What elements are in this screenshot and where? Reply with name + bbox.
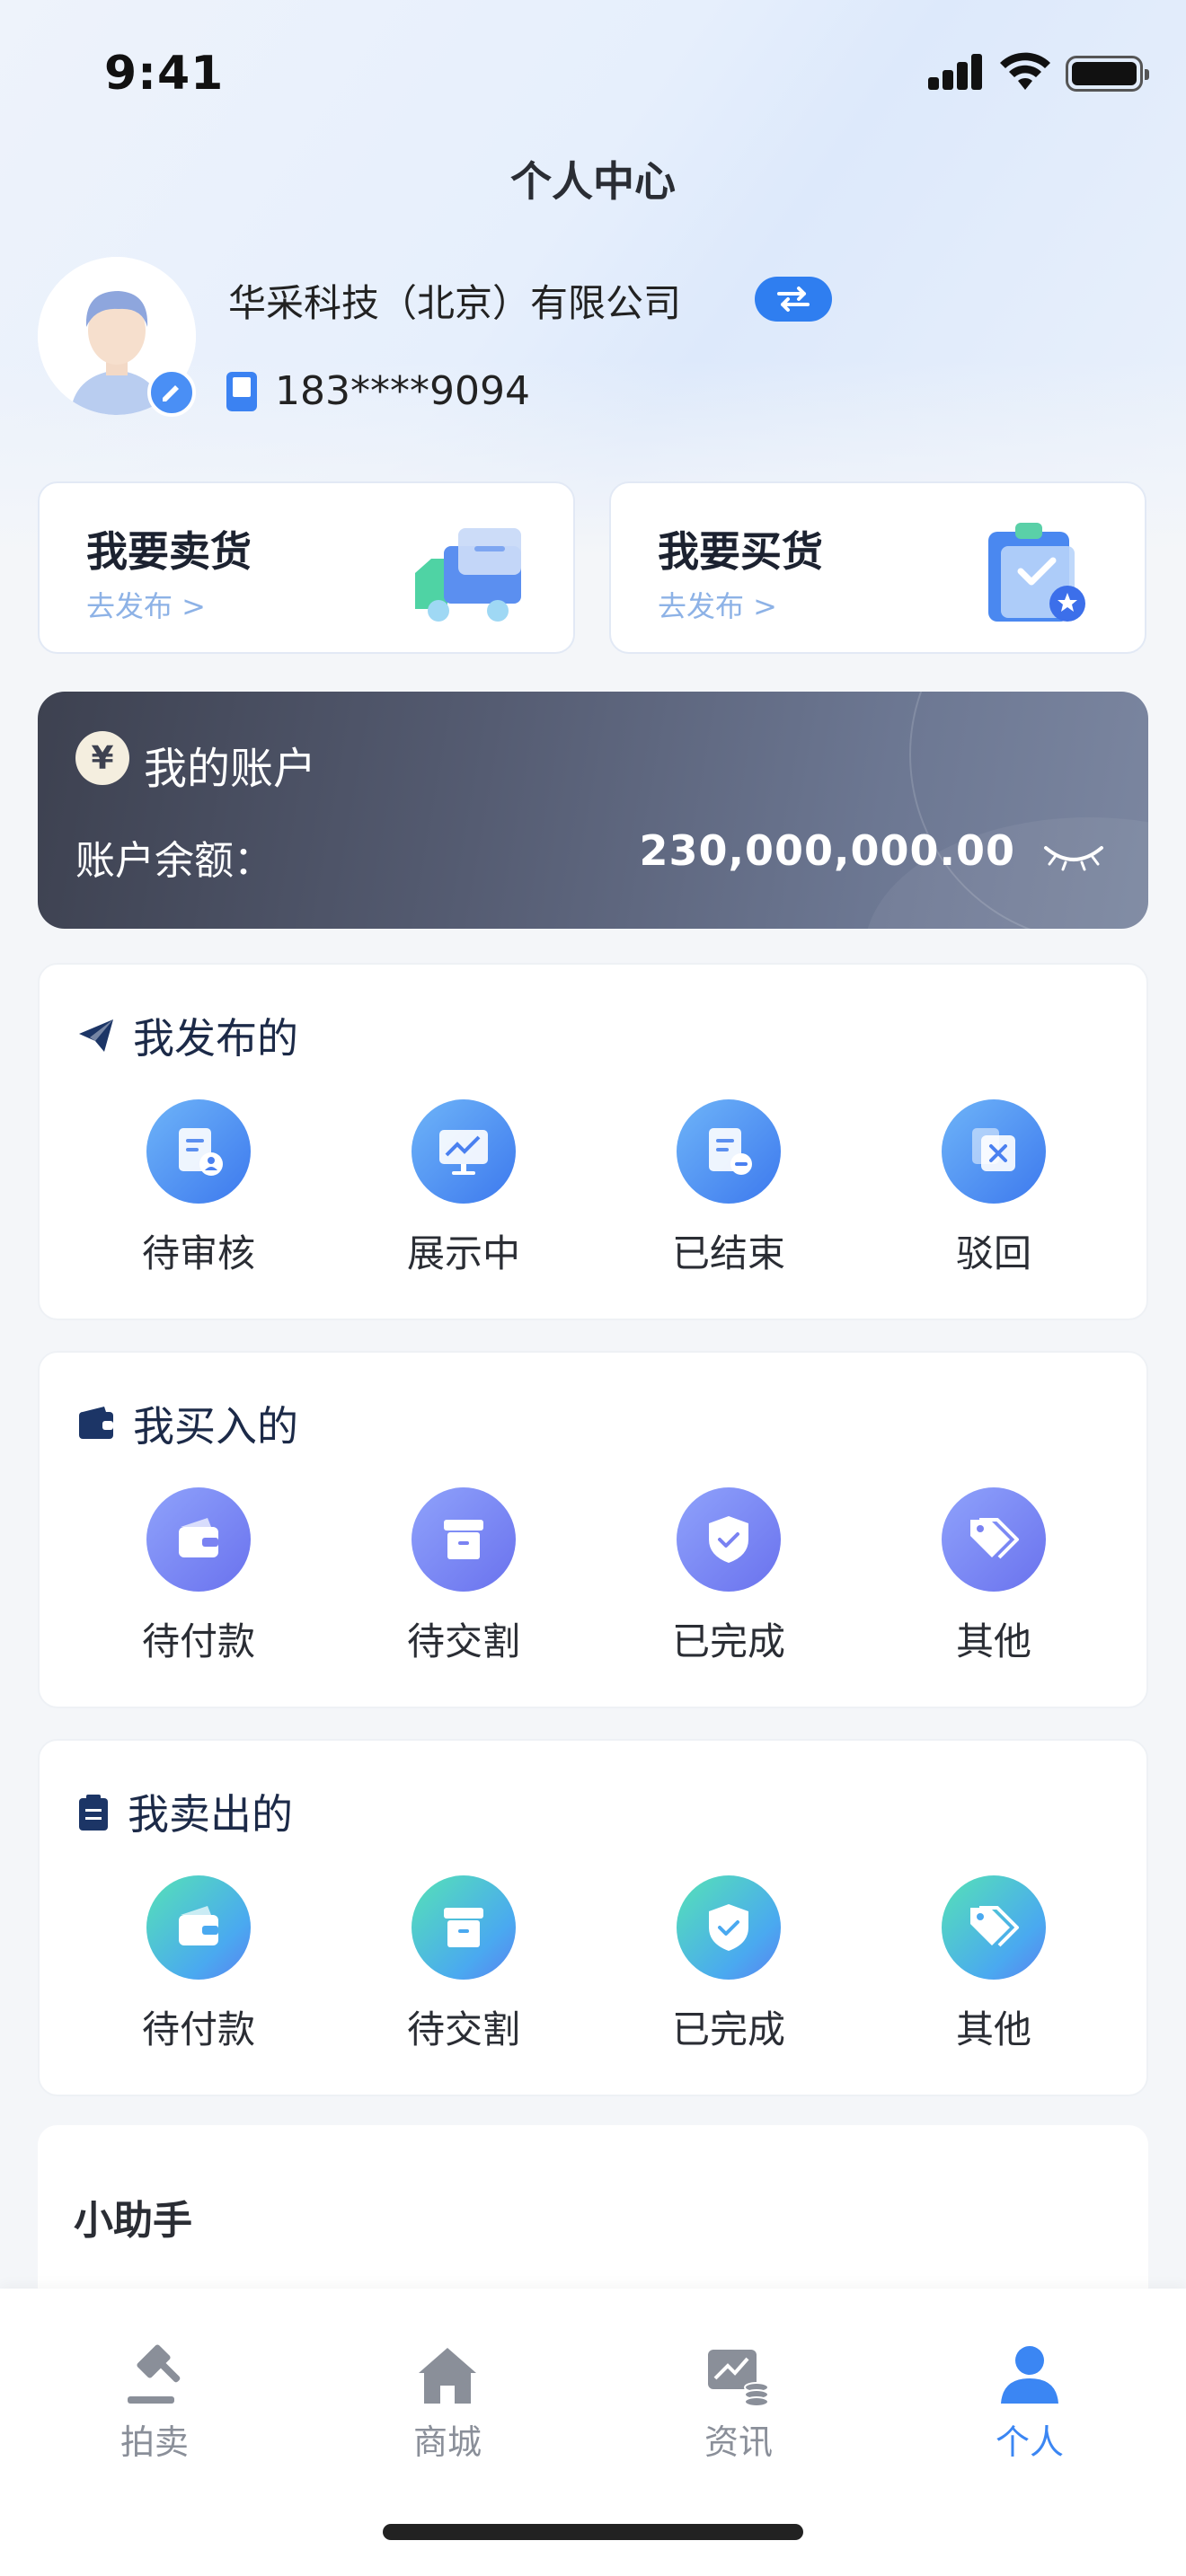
eye-closed-icon[interactable] <box>1042 841 1105 875</box>
wallet-icon <box>146 1875 251 1980</box>
published-ended[interactable]: 已结束 <box>639 1099 819 1278</box>
balance-label: 账户余额： <box>75 838 273 884</box>
wifi-icon <box>1000 50 1050 93</box>
truck-icon <box>408 519 525 627</box>
gavel-icon <box>119 2339 190 2411</box>
switch-account-button[interactable] <box>755 277 832 322</box>
account-card[interactable]: ¥ 我的账户 账户余额： 230,000,000.00 <box>38 692 1148 929</box>
sold-title: 我卖出的 <box>128 1790 293 1839</box>
tab-news[interactable]: 资讯 <box>649 2339 828 2464</box>
company-name: 华采科技（北京）有限公司 <box>228 281 682 325</box>
sold-completed[interactable]: 已完成 <box>639 1875 819 2054</box>
home-indicator <box>383 2524 803 2540</box>
status-bar: 9:41 <box>0 0 1186 144</box>
published-rejected[interactable]: 驳回 <box>904 1099 1084 1278</box>
user-icon <box>994 2339 1066 2411</box>
phone-icon <box>226 372 257 411</box>
bought-pending-delivery[interactable]: 待交割 <box>374 1487 553 1666</box>
close-doc-icon <box>942 1099 1046 1204</box>
bought-other[interactable]: 其他 <box>904 1487 1084 1666</box>
sell-goods-title: 我要卖货 <box>86 527 252 576</box>
paper-plane-icon <box>79 1019 113 1052</box>
tab-auction[interactable]: 拍卖 <box>65 2339 244 2464</box>
phone-number: 183****9094 <box>275 368 530 414</box>
archive-box-icon <box>412 1875 516 1980</box>
page-title: 个人中心 <box>510 157 676 206</box>
edit-avatar-button[interactable] <box>147 368 196 417</box>
monitor-chart-icon <box>412 1099 516 1204</box>
published-title: 我发布的 <box>133 1014 298 1063</box>
bought-section: 我买入的 待付款 待交割 已完成 其他 <box>38 1351 1148 1708</box>
document-minus-icon <box>677 1099 781 1204</box>
balance-value: 230,000,000.00 <box>639 826 1015 875</box>
bought-completed[interactable]: 已完成 <box>639 1487 819 1666</box>
bought-pending-payment[interactable]: 待付款 <box>109 1487 288 1666</box>
pencil-icon <box>163 385 179 401</box>
buy-goods-link[interactable]: 去发布 > <box>658 584 777 625</box>
swap-icon <box>777 287 810 312</box>
wallet-icon <box>146 1487 251 1592</box>
published-section: 我发布的 待审核 展示中 已结束 驳回 <box>38 963 1148 1320</box>
clipboard-icon <box>979 519 1096 627</box>
sold-pending-delivery[interactable]: 待交割 <box>374 1875 553 2054</box>
status-time: 9:41 <box>104 47 225 101</box>
sold-pending-payment[interactable]: 待付款 <box>109 1875 288 2054</box>
clipboard-list-icon <box>79 1795 108 1831</box>
tags-icon <box>942 1487 1046 1592</box>
buy-goods-title: 我要买货 <box>658 527 823 576</box>
document-user-icon <box>146 1099 251 1204</box>
buy-goods-card[interactable]: 我要买货 去发布 > <box>609 481 1146 654</box>
home-icon <box>412 2339 483 2411</box>
tab-mall[interactable]: 商城 <box>358 2339 537 2464</box>
sell-goods-link[interactable]: 去发布 > <box>86 584 206 625</box>
published-on-display[interactable]: 展示中 <box>374 1099 553 1278</box>
sold-other[interactable]: 其他 <box>904 1875 1084 2054</box>
archive-box-icon <box>412 1487 516 1592</box>
sold-section: 我卖出的 待付款 待交割 已完成 其他 <box>38 1739 1148 2096</box>
account-title: 我的账户 <box>144 744 317 794</box>
helper-title: 小助手 <box>74 2198 192 2244</box>
tab-profile[interactable]: 个人 <box>940 2339 1120 2464</box>
wallet-icon <box>79 1407 113 1439</box>
tags-icon <box>942 1875 1046 1980</box>
bought-title: 我买入的 <box>133 1402 298 1451</box>
shield-check-icon <box>677 1487 781 1592</box>
battery-icon <box>1066 56 1149 92</box>
yen-icon: ¥ <box>75 731 129 785</box>
published-pending-review[interactable]: 待审核 <box>109 1099 288 1278</box>
signal-icon <box>928 52 984 90</box>
shield-check-icon <box>677 1875 781 1980</box>
sell-goods-card[interactable]: 我要卖货 去发布 > <box>38 481 575 654</box>
chart-coins-icon <box>703 2339 774 2411</box>
